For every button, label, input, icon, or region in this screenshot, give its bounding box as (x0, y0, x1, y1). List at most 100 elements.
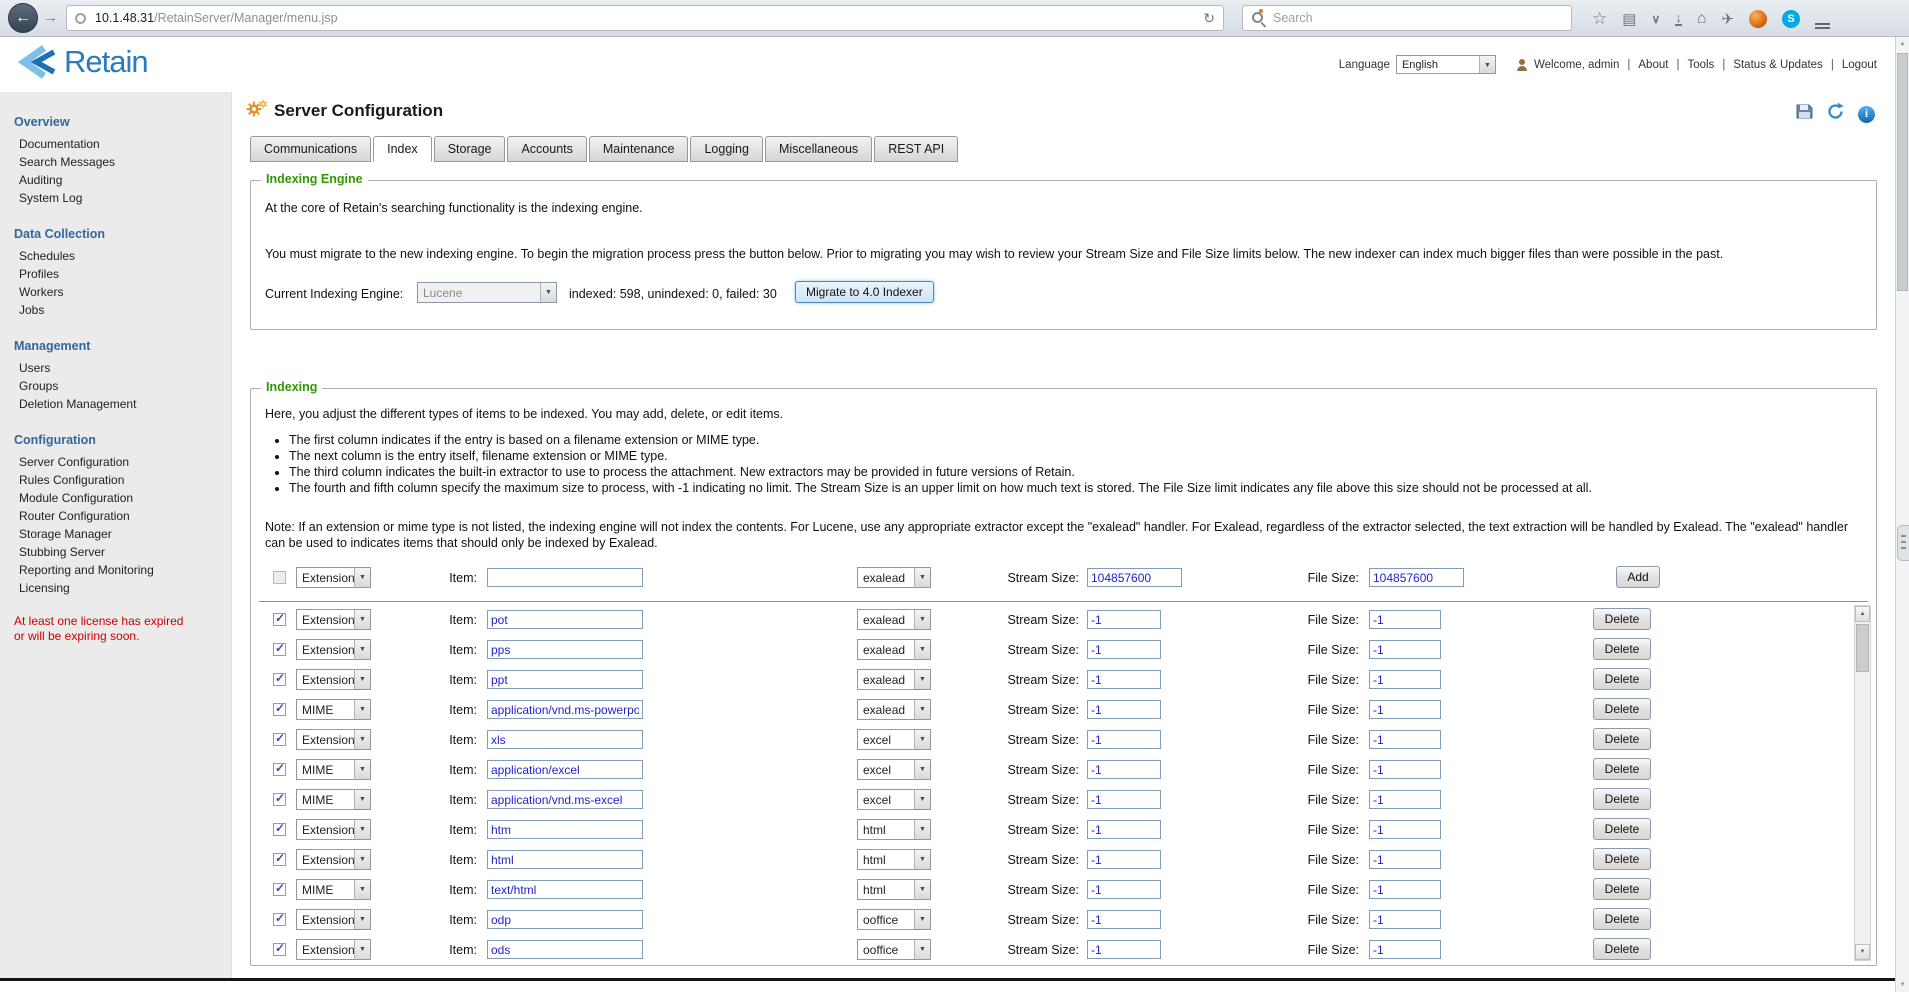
scrollbar-down-icon[interactable]: ▼ (1896, 978, 1909, 992)
language-select[interactable]: English ▼ (1395, 55, 1496, 74)
row-file-input[interactable] (1369, 640, 1441, 659)
row-enabled-checkbox[interactable] (273, 731, 286, 746)
reload-icon[interactable]: ↻ (1203, 10, 1215, 27)
row-stream-input[interactable] (1087, 730, 1161, 749)
row-item-input[interactable] (487, 910, 643, 929)
row-stream-input[interactable] (1087, 820, 1161, 839)
browser-scrollbar[interactable]: ▲ ▼ (1895, 37, 1909, 992)
row-file-input[interactable] (1369, 910, 1441, 929)
addon-icon[interactable] (1748, 9, 1767, 28)
row-type-select[interactable]: Extension ▼ (296, 729, 371, 750)
row-extractor-select[interactable]: excel ▼ (857, 789, 931, 810)
row-item-input[interactable] (487, 610, 643, 629)
home-icon[interactable]: ⌂ (1697, 10, 1707, 28)
scrollbar-up-icon[interactable]: ▲ (1896, 37, 1909, 51)
engine-select[interactable]: Lucene ▼ (417, 282, 557, 303)
bookmark-star-icon[interactable]: ☆ (1592, 9, 1607, 29)
row-extractor-select[interactable]: ooffice ▼ (857, 939, 931, 960)
forward-button[interactable]: → (43, 9, 58, 26)
row-type-select[interactable]: MIME ▼ (296, 879, 371, 900)
delete-button[interactable]: Delete (1593, 608, 1651, 630)
sidebar-item-stubbing-server[interactable]: Stubbing Server (0, 543, 231, 561)
status-updates-link[interactable]: Status & Updates (1733, 59, 1823, 71)
sidebar-item-users[interactable]: Users (0, 359, 231, 377)
delete-button[interactable]: Delete (1593, 698, 1651, 720)
row-type-select[interactable]: Extension ▼ (296, 939, 371, 960)
row-file-input[interactable] (1369, 880, 1441, 899)
row-item-input[interactable] (487, 880, 643, 899)
row-stream-input[interactable] (1087, 700, 1161, 719)
tab-storage[interactable]: Storage (433, 136, 506, 162)
row-item-input[interactable] (487, 820, 643, 839)
row-extractor-select[interactable]: html ▼ (857, 879, 931, 900)
row-file-input[interactable] (1369, 940, 1441, 959)
retain-logo[interactable]: Retain (12, 43, 149, 81)
row-enabled-checkbox[interactable] (273, 611, 286, 626)
tools-link[interactable]: Tools (1687, 59, 1714, 71)
row-item-input[interactable] (487, 940, 643, 959)
row-type-select[interactable]: Extension ▼ (296, 639, 371, 660)
delete-button[interactable]: Delete (1593, 848, 1651, 870)
delete-button[interactable]: Delete (1593, 668, 1651, 690)
row-file-input[interactable] (1369, 820, 1441, 839)
about-link[interactable]: About (1638, 59, 1668, 71)
reading-list-icon[interactable]: ▤ (1622, 10, 1636, 28)
sidebar-item-profiles[interactable]: Profiles (0, 265, 231, 283)
logout-link[interactable]: Logout (1842, 59, 1877, 71)
row-file-input[interactable] (1369, 850, 1441, 869)
row-enabled-checkbox[interactable] (273, 911, 286, 926)
sidebar-item-workers[interactable]: Workers (0, 283, 231, 301)
delete-button[interactable]: Delete (1593, 938, 1651, 960)
row-extractor-select[interactable]: html ▼ (857, 849, 931, 870)
add-stream-size-input[interactable] (1087, 568, 1182, 587)
row-item-input[interactable] (487, 640, 643, 659)
sidebar-item-server-configuration[interactable]: Server Configuration (0, 453, 231, 471)
row-stream-input[interactable] (1087, 670, 1161, 689)
row-stream-input[interactable] (1087, 850, 1161, 869)
downloads-icon[interactable]: ↓ (1675, 11, 1682, 26)
row-extractor-select[interactable]: exalead ▼ (857, 639, 931, 660)
tab-index[interactable]: Index (373, 136, 432, 162)
refresh-icon[interactable] (1826, 102, 1845, 126)
row-stream-input[interactable] (1087, 880, 1161, 899)
tab-accounts[interactable]: Accounts (507, 136, 587, 162)
sidebar-item-search-messages[interactable]: Search Messages (0, 153, 231, 171)
row-enabled-checkbox[interactable] (273, 881, 286, 896)
delete-button[interactable]: Delete (1593, 818, 1651, 840)
row-item-input[interactable] (487, 730, 643, 749)
row-stream-input[interactable] (1087, 790, 1161, 809)
row-item-input[interactable] (487, 670, 643, 689)
row-item-input[interactable] (487, 700, 643, 719)
row-enabled-checkbox[interactable] (273, 671, 286, 686)
list-scrollbar-thumb[interactable] (1856, 624, 1869, 672)
share-icon[interactable]: ✈ (1721, 10, 1734, 28)
row-extractor-select[interactable]: excel ▼ (857, 729, 931, 750)
add-extractor-select[interactable]: exalead ▼ (857, 567, 931, 588)
sidebar-item-documentation[interactable]: Documentation (0, 135, 231, 153)
row-type-select[interactable]: Extension ▼ (296, 819, 371, 840)
row-extractor-select[interactable]: exalead ▼ (857, 609, 931, 630)
delete-button[interactable]: Delete (1593, 638, 1651, 660)
row-file-input[interactable] (1369, 700, 1441, 719)
row-extractor-select[interactable]: exalead ▼ (857, 699, 931, 720)
row-item-input[interactable] (487, 850, 643, 869)
delete-button[interactable]: Delete (1593, 758, 1651, 780)
row-type-select[interactable]: MIME ▼ (296, 759, 371, 780)
sidebar-item-rules-configuration[interactable]: Rules Configuration (0, 471, 231, 489)
scroll-up-button[interactable]: ▲ (1855, 606, 1870, 622)
side-panel-handle[interactable] (1897, 525, 1909, 561)
row-enabled-checkbox[interactable] (273, 761, 286, 776)
row-type-select[interactable]: Extension ▼ (296, 909, 371, 930)
sidebar-item-groups[interactable]: Groups (0, 377, 231, 395)
row-item-input[interactable] (487, 760, 643, 779)
row-type-select[interactable]: Extension ▼ (296, 849, 371, 870)
delete-button[interactable]: Delete (1593, 908, 1651, 930)
row-file-input[interactable] (1369, 610, 1441, 629)
row-enabled-checkbox[interactable] (273, 641, 286, 656)
sidebar-item-licensing[interactable]: Licensing (0, 579, 231, 597)
row-enabled-checkbox[interactable] (273, 821, 286, 836)
tab-rest-api[interactable]: REST API (874, 136, 959, 162)
row-file-input[interactable] (1369, 730, 1441, 749)
sidebar-item-jobs[interactable]: Jobs (0, 301, 231, 319)
browser-scrollbar-thumb[interactable] (1897, 53, 1908, 291)
